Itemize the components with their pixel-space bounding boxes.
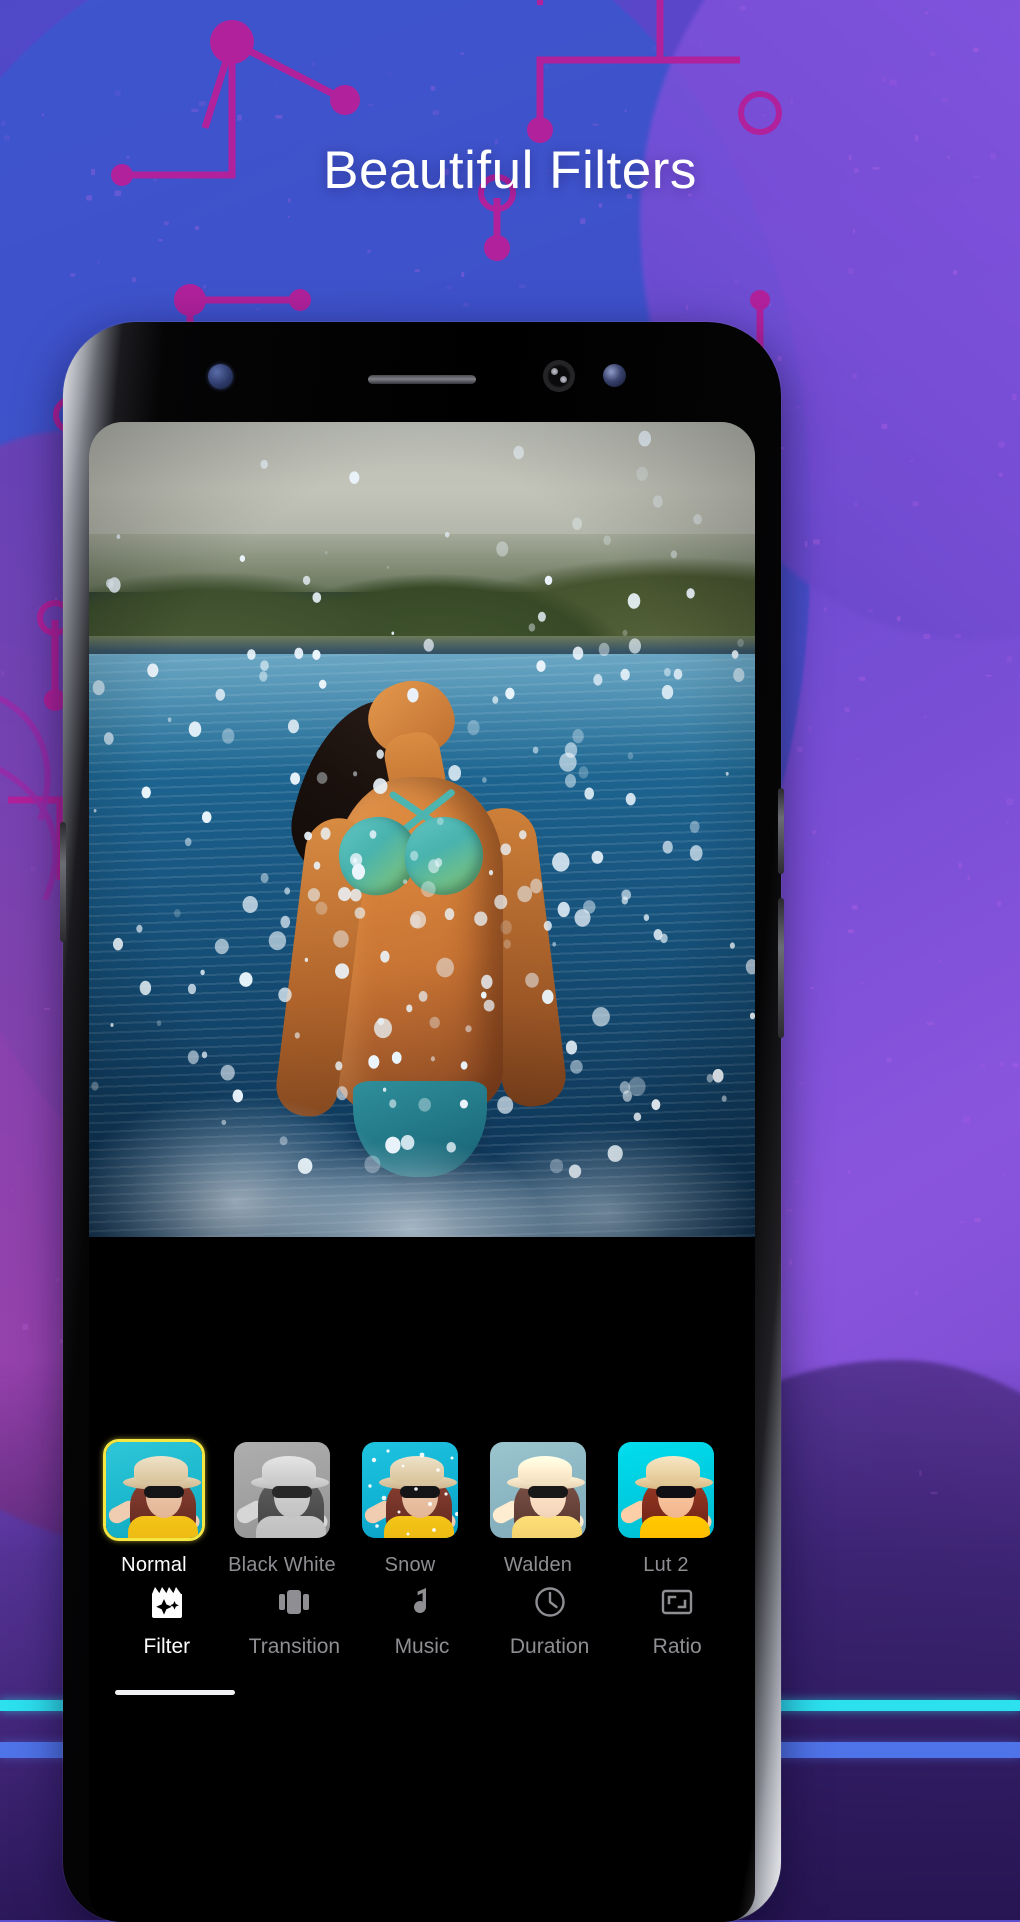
- preview-vignette: [89, 422, 755, 1237]
- filter-thumbnail[interactable]: [359, 1439, 461, 1541]
- toolbar-item-ratio[interactable]: Ratio: [618, 1579, 736, 1659]
- music-note-icon: [363, 1579, 481, 1625]
- phone-volume-button[interactable]: [778, 788, 784, 874]
- filter-label: Normal: [99, 1554, 209, 1577]
- toolbar-item-duration[interactable]: Duration: [491, 1579, 609, 1659]
- clock-icon: [491, 1579, 609, 1625]
- filter-thumbnail[interactable]: [103, 1439, 205, 1541]
- filter-item-normal[interactable]: Normal: [99, 1439, 209, 1577]
- filter-item-lut-2[interactable]: Lut 2: [611, 1439, 721, 1577]
- filter-strip-panel: Normal Black White: [89, 1237, 755, 1717]
- phone-assistant-button[interactable]: [60, 822, 66, 942]
- video-preview[interactable]: [89, 422, 755, 1237]
- clapperboard-sparkle-icon: [108, 1579, 226, 1625]
- phone-power-button[interactable]: [778, 898, 784, 1038]
- screen-bottom-padding: [89, 1657, 755, 1717]
- page-title: Beautiful Filters: [0, 140, 1020, 201]
- aspect-ratio-icon: [618, 1579, 736, 1625]
- filter-thumbnail[interactable]: [615, 1439, 717, 1541]
- home-indicator-bar[interactable]: [115, 1690, 235, 1695]
- toolbar-item-transition[interactable]: Transition: [235, 1579, 353, 1659]
- toolbar-label: Ratio: [618, 1635, 736, 1659]
- toolbar-label: Transition: [235, 1635, 353, 1659]
- filter-thumbnail[interactable]: [231, 1439, 333, 1541]
- filter-item-snow[interactable]: Snow: [355, 1439, 465, 1577]
- filter-label: Lut 2: [611, 1554, 721, 1577]
- filter-list[interactable]: Normal Black White: [89, 1439, 755, 1577]
- front-camera-icon: [543, 360, 575, 392]
- toolbar-item-filter[interactable]: Filter: [108, 1579, 226, 1659]
- filter-label: Snow: [355, 1554, 465, 1577]
- toolbar-item-music[interactable]: Music: [363, 1579, 481, 1659]
- filter-item-walden[interactable]: Walden: [483, 1439, 593, 1577]
- phone-mockup: Normal Black White: [63, 322, 781, 1922]
- toolbar-label: Duration: [491, 1635, 609, 1659]
- snow-overlay-icon: [362, 1442, 461, 1541]
- toolbar-label: Filter: [108, 1635, 226, 1659]
- filter-label: Walden: [483, 1554, 593, 1577]
- phone-top-bezel: [63, 322, 781, 432]
- phone-body: Normal Black White: [63, 322, 781, 1922]
- filter-thumbnail[interactable]: [487, 1439, 589, 1541]
- filter-label: Black White: [227, 1554, 337, 1577]
- transition-film-icon: [235, 1579, 353, 1625]
- filter-item-black-white[interactable]: Black White: [227, 1439, 337, 1577]
- toolbar-label: Music: [363, 1635, 481, 1659]
- editor-toolbar[interactable]: Filter Transition: [89, 1579, 755, 1659]
- proximity-sensor-icon: [208, 364, 233, 389]
- earpiece-speaker-icon: [368, 375, 476, 384]
- iris-scanner-icon: [603, 364, 626, 387]
- phone-screen: Normal Black White: [89, 422, 755, 1922]
